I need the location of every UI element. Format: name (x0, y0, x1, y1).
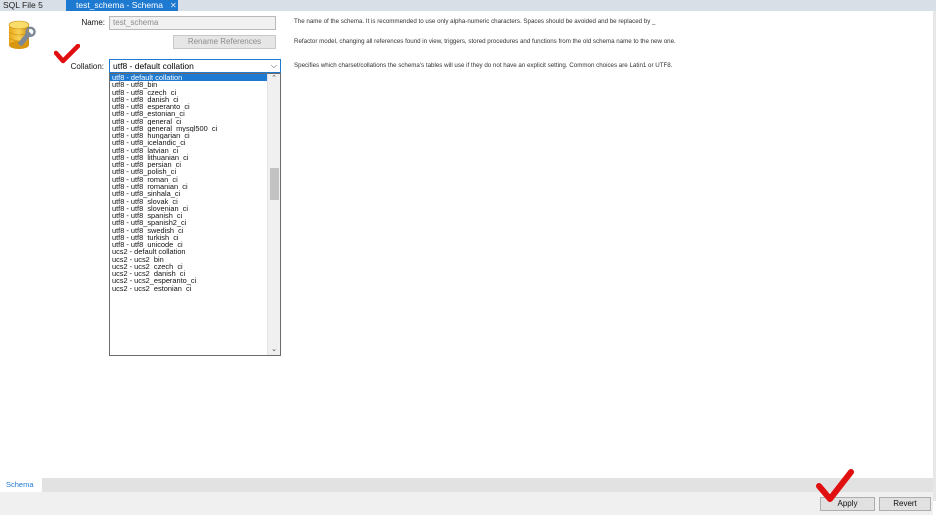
collation-option[interactable]: utf8 - utf8_romanian_ci (110, 183, 267, 190)
tab-label: test_schema - Schema (76, 0, 163, 10)
red-check-mark-icon (54, 44, 80, 64)
revert-button[interactable]: Revert (879, 497, 931, 511)
scrollbar-thumb[interactable] (270, 168, 279, 200)
collation-option[interactable]: ucs2 - ucs2_bin (110, 256, 267, 263)
action-bar: Apply Revert (0, 492, 933, 515)
chevron-down-icon[interactable]: ⌄ (268, 345, 280, 355)
collation-option[interactable]: ucs2 - ucs2_estonian_ci (110, 285, 267, 292)
tab-test-schema[interactable]: test_schema - Schema ✕ (66, 0, 178, 11)
collation-option[interactable]: utf8 - utf8_spanish_ci (110, 212, 267, 219)
collation-label: Collation: (70, 62, 104, 71)
collation-option[interactable]: utf8 - utf8_hungarian_ci (110, 132, 267, 139)
name-label: Name: (81, 18, 105, 27)
tab-label: SQL File 5 (3, 0, 43, 10)
collation-selected-value: utf8 - default collation (113, 61, 194, 71)
collation-option[interactable]: utf8 - utf8_sinhala_ci (110, 190, 267, 197)
close-icon[interactable]: ✕ (170, 0, 177, 11)
collation-options: utf8 - default collation utf8 - utf8_bin u… (110, 74, 267, 292)
collation-option[interactable]: utf8 - utf8_spanish2_ci (110, 219, 267, 226)
collation-option[interactable]: utf8 - utf8_general_ci (110, 118, 267, 125)
collation-option[interactable]: utf8 - utf8_persian_ci (110, 161, 267, 168)
collation-option[interactable]: utf8 - utf8_polish_ci (110, 168, 267, 175)
tab-sql-file-5[interactable]: SQL File 5 (0, 0, 66, 11)
collation-select[interactable]: utf8 - default collation ⌵ (109, 59, 281, 73)
collation-option[interactable]: utf8 - utf8_turkish_ci (110, 234, 267, 241)
rename-references-button[interactable]: Rename References (173, 35, 276, 49)
collation-option[interactable]: ucs2 - ucs2_czech_ci (110, 263, 267, 270)
collation-option[interactable]: utf8 - utf8_slovenian_ci (110, 205, 267, 212)
collation-option[interactable]: ucs2 - default collation (110, 248, 267, 255)
collation-option[interactable]: ucs2 - ucs2_danish_ci (110, 270, 267, 277)
bottom-tab-bar: Schema (0, 478, 933, 492)
tab-schema[interactable]: Schema (0, 478, 42, 492)
chevron-down-icon[interactable]: ⌵ (271, 60, 277, 72)
collation-option[interactable]: utf8 - utf8_icelandic_ci (110, 139, 267, 146)
rename-description: Refactor model, changing all references … (294, 38, 676, 45)
collation-option[interactable]: utf8 - utf8_czech_ci (110, 89, 267, 96)
collation-option[interactable]: utf8 - utf8_latvian_ci (110, 147, 267, 154)
collation-option[interactable]: utf8 - default collation (110, 74, 267, 82)
collation-option[interactable]: utf8 - utf8_unicode_ci (110, 241, 267, 248)
schema-name-input[interactable]: test_schema (109, 16, 276, 30)
collation-dropdown-list[interactable]: utf8 - default collation utf8 - utf8_bin u… (109, 73, 281, 356)
red-check-mark-icon (816, 469, 854, 502)
name-description: The name of the schema. It is recommende… (294, 18, 656, 25)
collation-option[interactable]: utf8 - utf8_esperanto_ci (110, 103, 267, 110)
dropdown-scrollbar[interactable]: ⌃ ⌄ (267, 74, 280, 355)
collation-option[interactable]: ucs2 - ucs2_esperanto_ci (110, 277, 267, 284)
chevron-up-icon[interactable]: ⌃ (268, 74, 280, 84)
database-schema-icon (8, 20, 36, 49)
collation-option[interactable]: utf8 - utf8_danish_ci (110, 96, 267, 103)
editor-tab-bar: SQL File 5 test_schema - Schema ✕ (0, 0, 936, 11)
collation-option[interactable]: utf8 - utf8_estonian_ci (110, 110, 267, 117)
collation-description: Specifies which charset/collations the s… (294, 62, 673, 69)
collation-option[interactable]: utf8 - utf8_bin (110, 81, 267, 88)
collation-option[interactable]: utf8 - utf8_slovak_ci (110, 198, 267, 205)
collation-option[interactable]: utf8 - utf8_general_mysql500_ci (110, 125, 267, 132)
collation-option[interactable]: utf8 - utf8_lithuanian_ci (110, 154, 267, 161)
collation-option[interactable]: utf8 - utf8_swedish_ci (110, 227, 267, 234)
collation-option[interactable]: utf8 - utf8_roman_ci (110, 176, 267, 183)
